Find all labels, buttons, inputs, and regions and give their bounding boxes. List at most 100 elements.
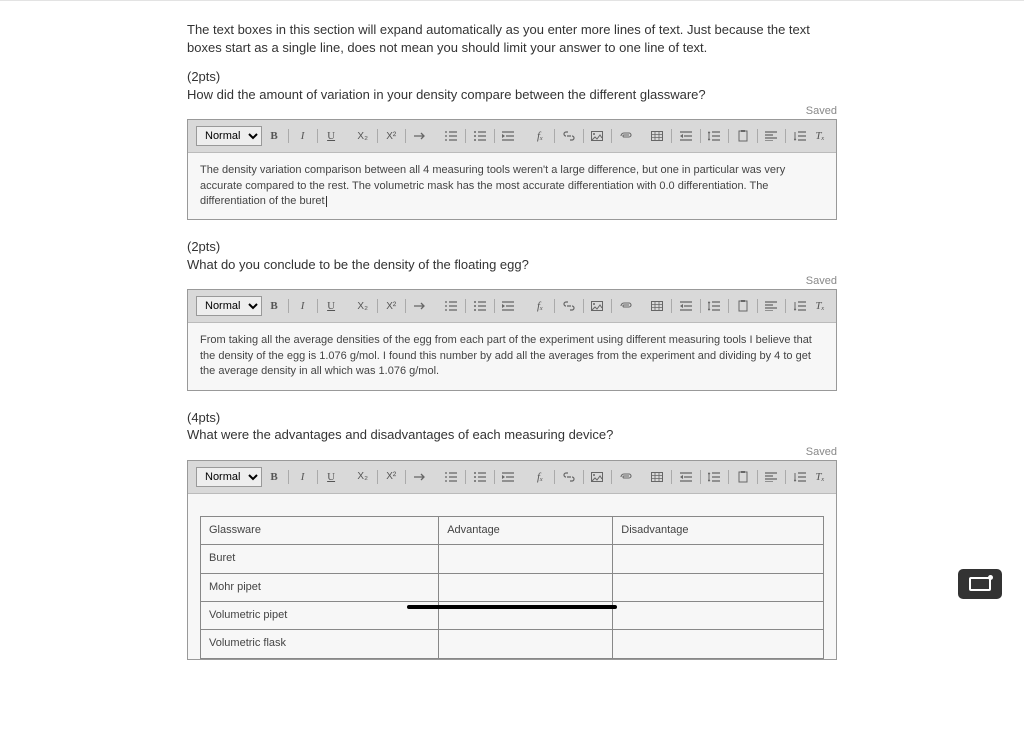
- underline-button[interactable]: U: [323, 468, 339, 486]
- editor-toolbar: Normal B I U X₂ X² fₓ: [188, 120, 836, 153]
- undo-icon[interactable]: [412, 127, 428, 145]
- table-header-cell[interactable]: Disadvantage: [613, 516, 824, 544]
- list-ordered-icon[interactable]: [443, 297, 459, 315]
- table-icon[interactable]: [649, 468, 665, 486]
- table-header-cell[interactable]: Glassware: [201, 516, 439, 544]
- link-icon[interactable]: [561, 297, 577, 315]
- list-ordered-icon[interactable]: [443, 127, 459, 145]
- table-row: Buret: [201, 545, 824, 573]
- question-prompt: What were the advantages and disadvantag…: [187, 426, 837, 444]
- clear-formatting-button[interactable]: Tₓ: [812, 297, 828, 315]
- attachment-icon[interactable]: [618, 127, 634, 145]
- table-header-cell[interactable]: Advantage: [439, 516, 613, 544]
- equation-icon[interactable]: fₓ: [532, 297, 548, 315]
- table-cell[interactable]: Volumetric pipet: [201, 601, 439, 629]
- subscript-button[interactable]: X₂: [355, 127, 371, 145]
- table-cell[interactable]: [613, 545, 824, 573]
- image-icon[interactable]: [589, 127, 605, 145]
- link-icon[interactable]: [561, 127, 577, 145]
- superscript-button[interactable]: X²: [383, 127, 399, 145]
- paste-icon[interactable]: [735, 297, 751, 315]
- outdent-icon[interactable]: [678, 127, 694, 145]
- editor-toolbar: Normal B I U X₂ X² fₓ: [188, 290, 836, 323]
- italic-button[interactable]: I: [295, 468, 311, 486]
- style-select[interactable]: Normal: [196, 296, 262, 316]
- sort-icon[interactable]: [792, 468, 808, 486]
- list-ordered-icon[interactable]: [443, 468, 459, 486]
- list-unordered-icon[interactable]: [472, 297, 488, 315]
- align-icon[interactable]: [763, 297, 779, 315]
- bold-button[interactable]: B: [266, 468, 282, 486]
- line-height-icon[interactable]: [706, 297, 722, 315]
- saved-status: Saved: [806, 446, 837, 458]
- editor-textarea[interactable]: From taking all the average densities of…: [188, 323, 836, 389]
- table-icon[interactable]: [649, 297, 665, 315]
- sort-icon[interactable]: [792, 297, 808, 315]
- attachment-icon[interactable]: [618, 468, 634, 486]
- indent-icon[interactable]: [500, 468, 516, 486]
- line-height-icon[interactable]: [706, 468, 722, 486]
- table-cell[interactable]: [439, 630, 613, 658]
- table-cell[interactable]: [613, 630, 824, 658]
- superscript-button[interactable]: X²: [383, 468, 399, 486]
- clear-formatting-button[interactable]: Tₓ: [812, 127, 828, 145]
- indent-icon[interactable]: [500, 297, 516, 315]
- style-select[interactable]: Normal: [196, 126, 262, 146]
- table-row: Glassware Advantage Disadvantage: [201, 516, 824, 544]
- link-icon[interactable]: [561, 468, 577, 486]
- image-icon[interactable]: [589, 297, 605, 315]
- editor-textarea[interactable]: Glassware Advantage Disadvantage Buret M…: [188, 494, 836, 659]
- line-height-icon[interactable]: [706, 127, 722, 145]
- subscript-button[interactable]: X₂: [355, 297, 371, 315]
- style-select[interactable]: Normal: [196, 467, 262, 487]
- attachment-icon[interactable]: [618, 297, 634, 315]
- separator: [757, 129, 758, 143]
- outdent-icon[interactable]: [678, 297, 694, 315]
- italic-button[interactable]: I: [295, 297, 311, 315]
- table-cell[interactable]: Volumetric flask: [201, 630, 439, 658]
- underline-button[interactable]: U: [323, 127, 339, 145]
- equation-icon[interactable]: fₓ: [532, 127, 548, 145]
- undo-icon[interactable]: [412, 297, 428, 315]
- rich-text-editor: Normal B I U X₂ X² fₓ: [187, 460, 837, 660]
- separator: [405, 129, 406, 143]
- question-prompt: What do you conclude to be the density o…: [187, 256, 837, 274]
- table-cell[interactable]: [613, 573, 824, 601]
- table-cell[interactable]: Mohr pipet: [201, 573, 439, 601]
- superscript-button[interactable]: X²: [383, 297, 399, 315]
- subscript-button[interactable]: X₂: [355, 468, 371, 486]
- editor-textarea[interactable]: The density variation comparison between…: [188, 153, 836, 219]
- paste-icon[interactable]: [735, 468, 751, 486]
- table-cell[interactable]: [439, 545, 613, 573]
- table-icon[interactable]: [649, 127, 665, 145]
- saved-status: Saved: [806, 105, 837, 117]
- answer-text: From taking all the average densities of…: [200, 334, 812, 377]
- undo-icon[interactable]: [412, 468, 428, 486]
- separator: [554, 129, 555, 143]
- rich-text-editor: Normal B I U X₂ X² fₓ: [187, 289, 837, 390]
- list-unordered-icon[interactable]: [472, 468, 488, 486]
- intro-text: The text boxes in this section will expa…: [187, 21, 837, 56]
- outdent-icon[interactable]: [678, 468, 694, 486]
- separator: [494, 129, 495, 143]
- answer-table[interactable]: Glassware Advantage Disadvantage Buret M…: [200, 516, 824, 659]
- align-icon[interactable]: [763, 127, 779, 145]
- bold-button[interactable]: B: [266, 127, 282, 145]
- list-unordered-icon[interactable]: [472, 127, 488, 145]
- table-cell[interactable]: Buret: [201, 545, 439, 573]
- question-block: (2pts) How did the amount of variation i…: [187, 68, 837, 220]
- equation-icon[interactable]: fₓ: [532, 468, 548, 486]
- image-icon[interactable]: [589, 468, 605, 486]
- table-cell[interactable]: [613, 601, 824, 629]
- sort-icon[interactable]: [792, 127, 808, 145]
- underline-button[interactable]: U: [323, 297, 339, 315]
- table-row: Volumetric flask: [201, 630, 824, 658]
- paste-icon[interactable]: [735, 127, 751, 145]
- table-cell[interactable]: [439, 573, 613, 601]
- italic-button[interactable]: I: [295, 127, 311, 145]
- indent-icon[interactable]: [500, 127, 516, 145]
- clear-formatting-button[interactable]: Tₓ: [812, 468, 828, 486]
- align-icon[interactable]: [763, 468, 779, 486]
- bold-button[interactable]: B: [266, 297, 282, 315]
- keyboard-toggle-button[interactable]: [958, 569, 1002, 599]
